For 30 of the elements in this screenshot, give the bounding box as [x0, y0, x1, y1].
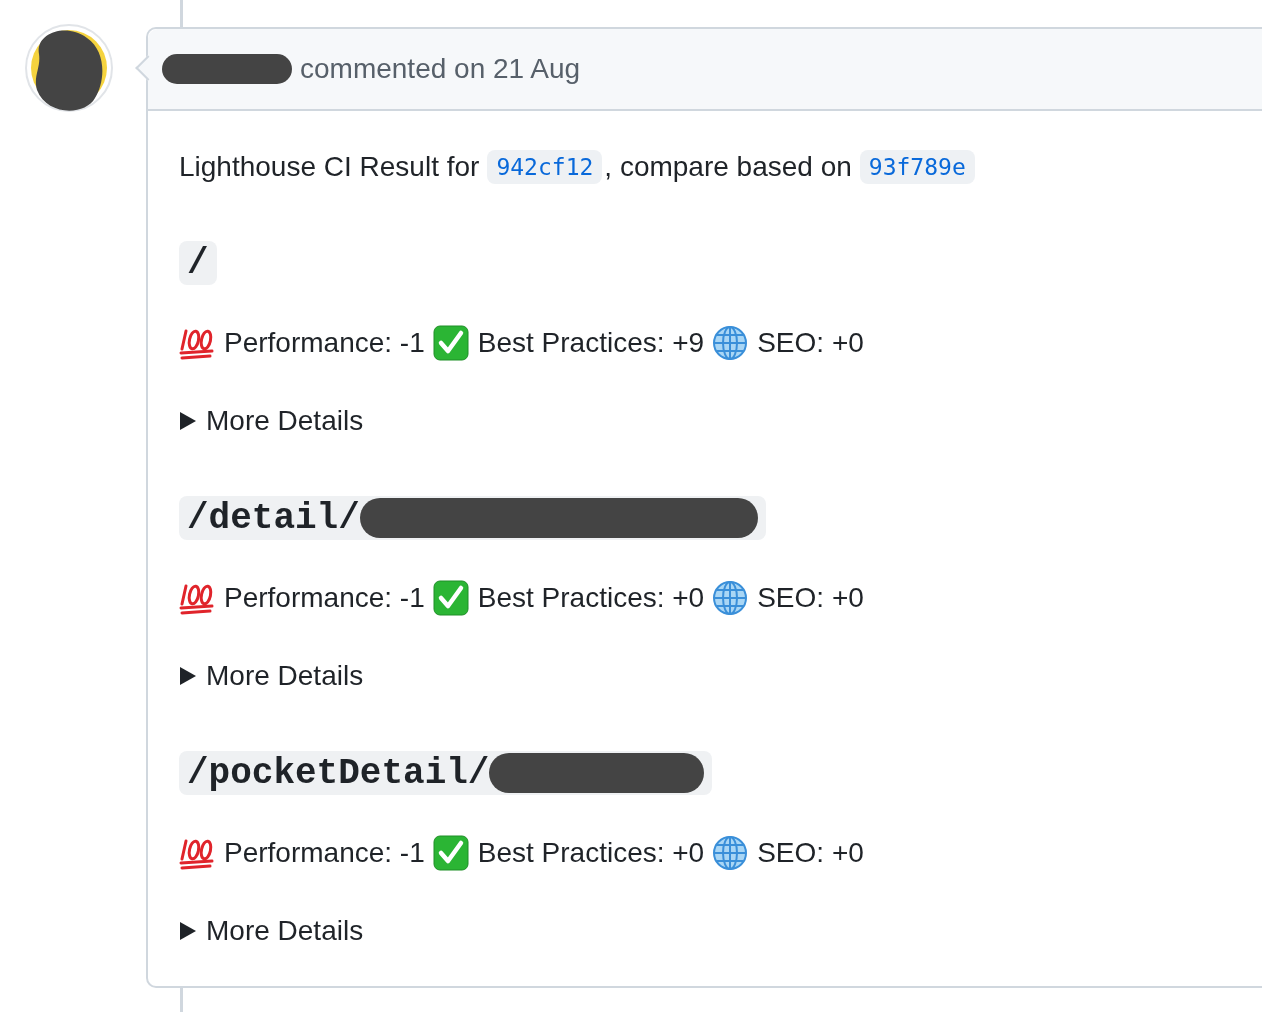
- details-toggle[interactable]: More Details: [179, 401, 364, 441]
- avatar[interactable]: [25, 24, 113, 112]
- metric-label: SEO: +0: [757, 837, 864, 869]
- intro-text: Lighthouse CI Result for: [179, 151, 480, 183]
- globe-icon: [712, 835, 749, 871]
- metric-label: Best Practices: +0: [477, 837, 705, 869]
- metric-label: Performance: -1: [224, 837, 425, 869]
- commit-link[interactable]: 93f789e: [859, 150, 975, 184]
- metric-label: Performance: -1: [224, 582, 425, 614]
- caret-right-icon: [179, 411, 197, 431]
- path-text: /detail/: [187, 497, 360, 539]
- path-text: /pocketDetail/: [187, 752, 490, 794]
- metric-label: Best Practices: +9: [477, 327, 705, 359]
- caret-right-icon: [179, 921, 197, 941]
- details-toggle[interactable]: More Details: [179, 911, 364, 951]
- check-mark-icon: [432, 835, 469, 871]
- metric-label: Performance: -1: [224, 327, 425, 359]
- intro-text: , compare based on: [604, 151, 852, 183]
- globe-icon: [712, 580, 749, 616]
- commit-link[interactable]: 942cf12: [487, 150, 603, 184]
- caret-right-icon: [179, 666, 197, 686]
- metric-label: Best Practices: +0: [477, 582, 705, 614]
- path-text: /: [187, 242, 209, 284]
- metric-label: SEO: +0: [757, 582, 864, 614]
- check-mark-icon: [432, 580, 469, 616]
- metric-label: SEO: +0: [757, 327, 864, 359]
- check-mark-icon: [432, 325, 469, 361]
- details-toggle[interactable]: More Details: [179, 656, 364, 696]
- globe-icon: [712, 325, 749, 361]
- comment-meta: commented on 21 Aug: [300, 53, 581, 85]
